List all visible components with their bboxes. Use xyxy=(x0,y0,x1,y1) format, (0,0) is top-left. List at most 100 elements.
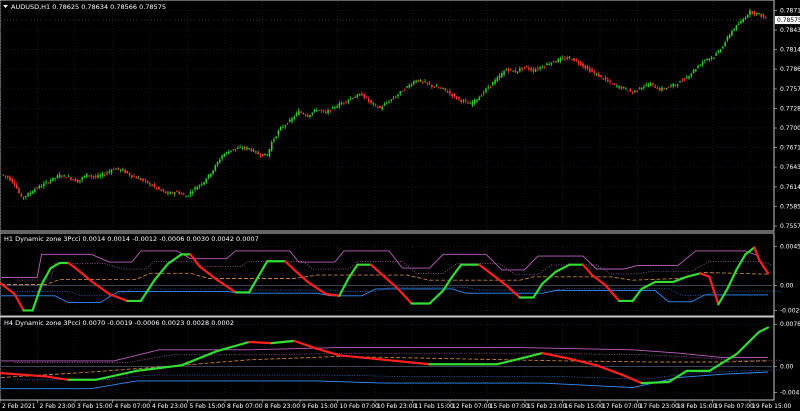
candle-body xyxy=(185,196,187,198)
candle-body xyxy=(444,88,447,91)
candle-body xyxy=(588,68,591,72)
candle-body xyxy=(88,175,90,177)
candle-body xyxy=(467,103,469,104)
candle-body xyxy=(611,83,614,85)
candle-body xyxy=(609,81,611,83)
candle-body xyxy=(415,80,417,83)
candle-body xyxy=(629,88,632,92)
candle-body xyxy=(620,86,623,89)
candle-body xyxy=(435,86,438,88)
candle-body xyxy=(510,68,512,70)
candle-body xyxy=(275,136,278,139)
signal-segment xyxy=(248,340,273,345)
candle-body xyxy=(656,88,659,90)
candle-body xyxy=(575,59,578,61)
candle-body xyxy=(631,92,634,93)
candle-body xyxy=(460,99,462,102)
candle-body xyxy=(167,192,169,194)
candle-body xyxy=(539,67,541,69)
candle-body xyxy=(643,86,645,88)
h4-indicator-panel: 0.0076 0.00 -0.0047 H4 Dynamic zone 3Pcci … xyxy=(0,316,800,401)
candle-body xyxy=(70,177,72,180)
candle-body xyxy=(446,91,449,93)
y-tick-label: 0.77860 xyxy=(780,66,800,73)
candle-body xyxy=(573,58,575,62)
candle-body xyxy=(755,12,758,15)
candle-body xyxy=(153,184,156,187)
candle-body xyxy=(101,173,104,176)
candle-body xyxy=(541,67,544,69)
candle-body xyxy=(334,107,336,109)
candle-body xyxy=(625,88,627,90)
candle-body xyxy=(124,169,126,173)
candle-body xyxy=(419,80,422,82)
candle-body xyxy=(695,69,697,72)
candle-body xyxy=(92,175,95,177)
candle-body xyxy=(724,42,726,47)
candle-body xyxy=(706,59,708,60)
candle-body xyxy=(47,182,50,184)
candle-body xyxy=(595,73,598,75)
candle-body xyxy=(685,77,688,79)
candle-body xyxy=(243,147,246,149)
candle-body xyxy=(119,169,122,171)
candle-body xyxy=(406,86,408,88)
candle-body xyxy=(413,81,415,85)
candle-body xyxy=(347,100,350,102)
candle-body xyxy=(498,75,501,78)
candle-body xyxy=(555,61,557,63)
candle-body xyxy=(325,111,327,113)
candle-body xyxy=(205,179,208,183)
candle-body xyxy=(742,19,744,23)
candle-body xyxy=(593,71,596,73)
candle-body xyxy=(176,191,178,193)
candle-body xyxy=(762,14,765,17)
candle-body xyxy=(489,85,492,87)
candle-body xyxy=(273,139,275,142)
candle-body xyxy=(309,115,311,117)
candle-body xyxy=(155,187,158,189)
candle-body xyxy=(719,49,722,52)
candle-body xyxy=(126,170,129,174)
x-tick-label: 19 Feb 07:00 xyxy=(715,403,755,410)
candle-body xyxy=(135,177,138,179)
candle-body xyxy=(279,126,282,131)
candle-body xyxy=(117,167,120,170)
candle-body xyxy=(683,79,686,81)
candle-body xyxy=(602,78,605,80)
candle-body xyxy=(329,110,332,112)
candle-body xyxy=(15,184,18,189)
candle-body xyxy=(392,98,395,99)
candle-body xyxy=(676,84,679,86)
candle-body xyxy=(291,118,293,122)
candle-body xyxy=(530,68,532,71)
candle-body xyxy=(640,87,643,90)
candle-body xyxy=(110,170,113,173)
candle-body xyxy=(194,187,196,190)
candle-body xyxy=(744,17,747,20)
candle-body xyxy=(717,50,720,53)
x-tick-label: 9 Feb 15:00 xyxy=(302,403,338,410)
candle-body xyxy=(65,177,68,179)
candle-body xyxy=(221,155,223,159)
candle-body xyxy=(79,179,81,182)
x-tick-label: 17 Feb 07:00 xyxy=(602,403,642,410)
candle-body xyxy=(239,147,241,148)
candle-body xyxy=(372,103,375,105)
current-price-label: 0.78575 xyxy=(777,17,800,24)
candle-body xyxy=(99,175,102,177)
candle-body xyxy=(140,178,142,181)
candle-body xyxy=(388,102,390,103)
y-tick-label: 0.76140 xyxy=(780,184,800,191)
candle-body xyxy=(264,153,266,156)
candle-body xyxy=(307,115,309,117)
candle-body xyxy=(38,185,41,189)
price-panel: 0.78715 0.78430 0.78145 0.77860 0.77570 0.772… xyxy=(0,0,800,232)
x-tick-label: 17 Feb 23:00 xyxy=(640,403,680,410)
candle-body xyxy=(297,110,300,116)
candle-body xyxy=(354,97,356,98)
candle-body xyxy=(681,80,684,82)
candle-body xyxy=(704,59,706,61)
candle-body xyxy=(636,90,638,92)
candle-body xyxy=(699,64,702,66)
